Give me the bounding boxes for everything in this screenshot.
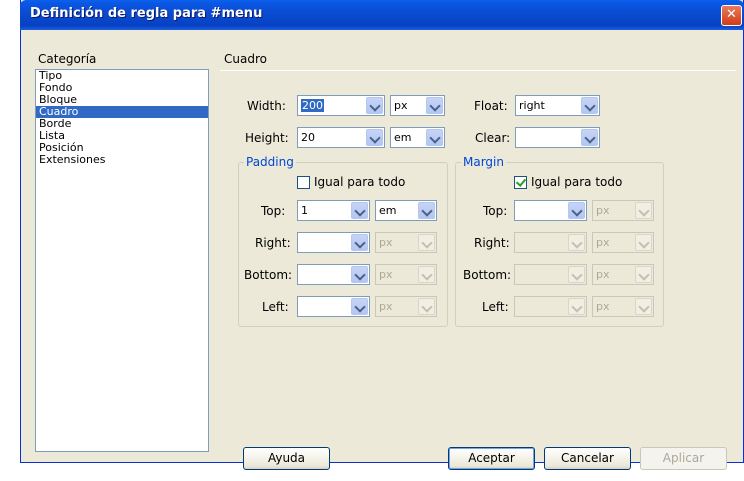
margin-bottom-unit: px bbox=[596, 268, 610, 281]
apply-button: Aplicar bbox=[640, 447, 727, 470]
help-button[interactable]: Ayuda bbox=[243, 447, 330, 470]
padding-top-value: 1 bbox=[301, 204, 308, 217]
chevron-down-icon[interactable] bbox=[351, 234, 368, 251]
margin-same-checkbox[interactable] bbox=[514, 176, 527, 189]
padding-bottom-label: Bottom: bbox=[244, 268, 293, 282]
width-value: 200 bbox=[301, 99, 324, 112]
margin-top-input[interactable] bbox=[514, 200, 587, 221]
margin-top-unit: px bbox=[596, 204, 610, 217]
chevron-down-icon[interactable] bbox=[366, 129, 383, 146]
chevron-down-icon[interactable] bbox=[351, 298, 368, 315]
chevron-down-icon[interactable] bbox=[351, 202, 368, 219]
padding-right-label: Right: bbox=[255, 236, 291, 250]
close-button[interactable]: ✕ bbox=[721, 5, 742, 26]
padding-same-label: Igual para todo bbox=[314, 175, 406, 189]
clear-select[interactable] bbox=[515, 127, 600, 148]
chevron-down-icon bbox=[418, 266, 435, 283]
chevron-down-icon[interactable] bbox=[366, 97, 383, 114]
category-header: Categoría bbox=[38, 52, 97, 66]
section-title: Cuadro bbox=[224, 52, 267, 66]
margin-right-unit: px bbox=[596, 236, 610, 249]
chevron-down-icon[interactable] bbox=[426, 97, 443, 114]
chevron-down-icon bbox=[635, 234, 652, 251]
padding-left-unit-select: px bbox=[375, 296, 437, 317]
chevron-down-icon[interactable] bbox=[351, 266, 368, 283]
padding-top-unit: em bbox=[379, 204, 397, 217]
margin-right-input bbox=[514, 232, 587, 253]
chevron-down-icon bbox=[635, 298, 652, 315]
cancel-button[interactable]: Cancelar bbox=[544, 447, 631, 470]
margin-group-title: Margin bbox=[461, 155, 506, 169]
margin-top-unit-select: px bbox=[592, 200, 654, 221]
chevron-down-icon bbox=[568, 298, 585, 315]
padding-top-input[interactable]: 1 bbox=[297, 200, 370, 221]
margin-right-unit-select: px bbox=[592, 232, 654, 253]
category-list[interactable]: Tipo Fondo Bloque Cuadro Borde Lista Pos… bbox=[35, 69, 209, 452]
margin-bottom-input bbox=[514, 264, 587, 285]
ok-button[interactable]: Aceptar bbox=[448, 447, 535, 470]
padding-left-input[interactable] bbox=[297, 296, 370, 317]
clear-label: Clear: bbox=[475, 131, 511, 145]
section-divider bbox=[220, 70, 736, 71]
width-input[interactable]: 200 bbox=[297, 95, 385, 116]
padding-right-unit-select: px bbox=[375, 232, 437, 253]
chevron-down-icon[interactable] bbox=[426, 129, 443, 146]
padding-bottom-input[interactable] bbox=[297, 264, 370, 285]
chevron-down-icon bbox=[568, 234, 585, 251]
float-label: Float: bbox=[474, 99, 508, 113]
chevron-down-icon bbox=[635, 266, 652, 283]
width-unit-value: px bbox=[394, 99, 408, 112]
chevron-down-icon bbox=[635, 202, 652, 219]
window-title: Definición de regla para #menu bbox=[30, 6, 263, 21]
padding-top-label: Top: bbox=[261, 204, 286, 218]
padding-left-unit: px bbox=[379, 300, 393, 313]
margin-left-unit-select: px bbox=[592, 296, 654, 317]
margin-left-input bbox=[514, 296, 587, 317]
chevron-down-icon[interactable] bbox=[568, 202, 585, 219]
chevron-down-icon bbox=[418, 234, 435, 251]
padding-left-label: Left: bbox=[262, 300, 289, 314]
padding-same-checkbox[interactable] bbox=[297, 176, 310, 189]
title-bar[interactable]: Definición de regla para #menu ✕ bbox=[20, 0, 744, 30]
margin-left-unit: px bbox=[596, 300, 610, 313]
margin-bottom-unit-select: px bbox=[592, 264, 654, 285]
height-unit-select[interactable]: em bbox=[390, 127, 445, 148]
category-item-extensiones[interactable]: Extensiones bbox=[36, 154, 208, 166]
chevron-down-icon[interactable] bbox=[581, 129, 598, 146]
margin-left-label: Left: bbox=[482, 300, 509, 314]
margin-same-label: Igual para todo bbox=[531, 175, 623, 189]
padding-right-unit: px bbox=[379, 236, 393, 249]
padding-right-input[interactable] bbox=[297, 232, 370, 253]
height-label: Height: bbox=[245, 131, 289, 145]
padding-group-title: Padding bbox=[244, 155, 296, 169]
padding-bottom-unit-select: px bbox=[375, 264, 437, 285]
margin-bottom-label: Bottom: bbox=[463, 268, 512, 282]
margin-right-label: Right: bbox=[474, 236, 510, 250]
padding-top-unit-select[interactable]: em bbox=[375, 200, 437, 221]
height-input[interactable]: 20 bbox=[297, 127, 385, 148]
float-value: right bbox=[519, 99, 545, 112]
margin-top-label: Top: bbox=[483, 204, 508, 218]
height-value: 20 bbox=[301, 131, 315, 144]
chevron-down-icon bbox=[568, 266, 585, 283]
chevron-down-icon bbox=[418, 298, 435, 315]
width-label: Width: bbox=[247, 99, 286, 113]
height-unit-value: em bbox=[394, 131, 412, 144]
chevron-down-icon[interactable] bbox=[581, 97, 598, 114]
padding-bottom-unit: px bbox=[379, 268, 393, 281]
float-select[interactable]: right bbox=[515, 95, 600, 116]
width-unit-select[interactable]: px bbox=[390, 95, 445, 116]
chevron-down-icon[interactable] bbox=[418, 202, 435, 219]
